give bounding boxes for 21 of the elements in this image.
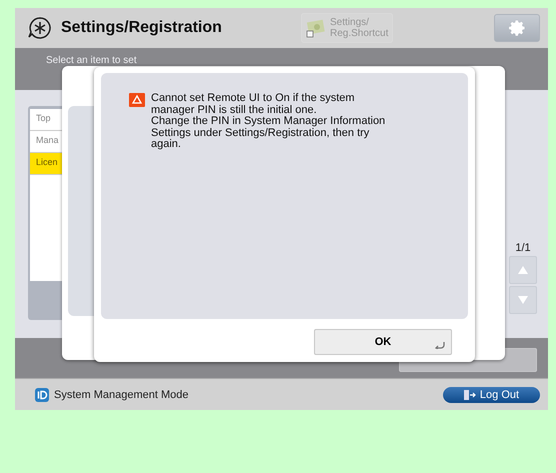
settings-button[interactable]	[494, 14, 540, 42]
id-icon	[35, 388, 49, 402]
up-arrow-icon	[518, 266, 528, 274]
message-text: Change the PIN in System Manager Information Settings under Settings/Registration, then try again.	[151, 116, 386, 150]
settings-icon	[508, 19, 526, 37]
ok-button[interactable]: OK	[314, 329, 452, 355]
shortcut-icon	[306, 18, 326, 38]
down-arrow-icon	[518, 296, 528, 304]
asterisk-icon	[27, 15, 53, 41]
log-out-icon	[464, 390, 476, 400]
return-icon	[435, 342, 445, 349]
instruction-text: Select an item to set	[46, 55, 137, 66]
log-out-button[interactable]: Log Out	[443, 386, 540, 402]
list-item[interactable]: Licen	[30, 153, 62, 175]
warning-icon	[129, 93, 145, 107]
page-indicator: 1/1	[515, 242, 531, 254]
scroll-down-button[interactable]	[509, 286, 537, 314]
scroll-up-button[interactable]	[509, 256, 537, 284]
message-text: Cannot set Remote UI to On if the system manager PIN is still the initial one.	[151, 93, 356, 116]
mode-label: System Management Mode	[54, 388, 189, 400]
screen-title: Settings/Registration	[61, 19, 223, 37]
